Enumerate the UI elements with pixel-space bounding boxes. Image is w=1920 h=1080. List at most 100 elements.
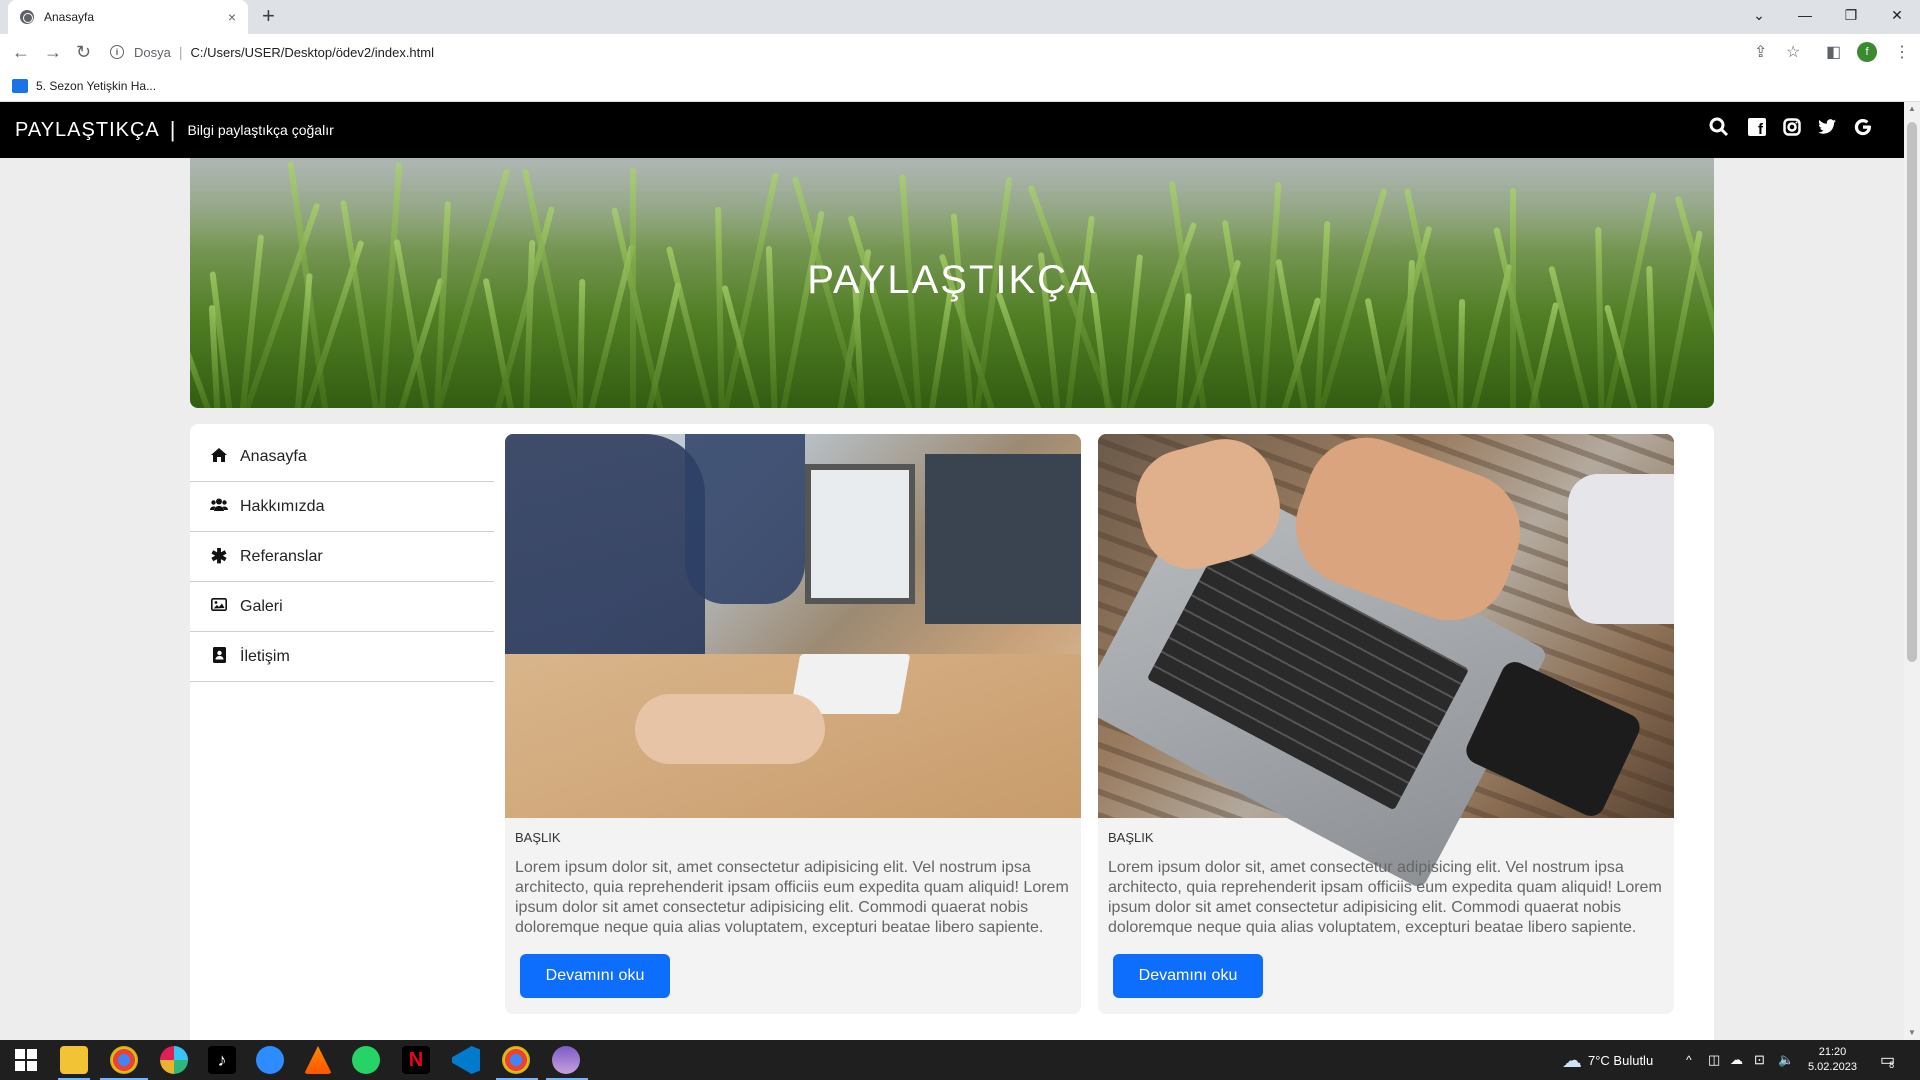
- grass-blade: [1456, 298, 1466, 408]
- browser-tab[interactable]: Anasayfa ×: [8, 0, 248, 34]
- scroll-up-icon[interactable]: ▲: [1908, 104, 1916, 113]
- file-explorer-icon[interactable]: [60, 1046, 88, 1074]
- bookmark-star-icon[interactable]: ☆: [1786, 42, 1800, 62]
- zoom-icon[interactable]: [256, 1046, 284, 1074]
- person-shape: [685, 434, 805, 604]
- share-icon[interactable]: ⇪: [1754, 42, 1767, 62]
- profile-avatar[interactable]: f: [1857, 42, 1877, 62]
- hands-shape: [635, 694, 825, 764]
- menu-item-anasayfa[interactable]: Anasayfa: [190, 432, 494, 482]
- article-card: BAŞLIK Lorem ipsum dolor sit, amet conse…: [1098, 434, 1674, 1014]
- new-tab-button[interactable]: +: [262, 4, 275, 28]
- grass-blade: [1174, 292, 1192, 408]
- scroll-down-icon[interactable]: ▼: [1908, 1028, 1916, 1037]
- grass-blade: [1221, 219, 1261, 408]
- grass-blade: [995, 291, 1047, 408]
- menu-item-referanslar[interactable]: ✱ Referanslar: [190, 532, 494, 582]
- facebook-icon[interactable]: f: [1746, 116, 1768, 138]
- grass-blade: [1364, 297, 1396, 408]
- page-scrollbar[interactable]: ▲ ▼: [1904, 102, 1920, 1040]
- site-info-icon[interactable]: i: [110, 45, 124, 59]
- browser-toolbar: ← → ↻ i Dosya | C:/Users/USER/Desktop/öd…: [0, 34, 1920, 70]
- back-icon[interactable]: ←: [12, 40, 30, 64]
- sleeve-shape: [1568, 474, 1674, 624]
- url-text[interactable]: C:/Users/USER/Desktop/ödev2/index.html: [191, 45, 434, 60]
- menu-item-hakkimizda[interactable]: Hakkımızda: [190, 482, 494, 532]
- site-brand[interactable]: PAYLAŞTIKÇA: [15, 119, 160, 142]
- reload-icon[interactable]: ↻: [76, 40, 91, 64]
- article-card: BAŞLIK Lorem ipsum dolor sit, amet conse…: [505, 434, 1081, 1014]
- whatsapp-icon[interactable]: [352, 1046, 380, 1074]
- restore-button[interactable]: ❐: [1828, 0, 1874, 30]
- slack-icon[interactable]: [160, 1046, 188, 1074]
- read-more-button[interactable]: Devamını oku: [520, 954, 670, 998]
- search-icon[interactable]: [1708, 116, 1730, 138]
- monitor-shape: [805, 464, 915, 604]
- menu-item-galeri[interactable]: Galeri: [190, 582, 494, 632]
- tab-close-icon[interactable]: ×: [228, 9, 236, 25]
- vscode-icon[interactable]: [452, 1046, 480, 1074]
- url-separator: |: [178, 44, 183, 60]
- forward-icon[interactable]: →: [44, 40, 62, 64]
- bookmark-icon: [12, 78, 28, 93]
- hero-title: PAYLAŞTIKÇA: [807, 258, 1097, 302]
- menu-label: Anasayfa: [240, 447, 307, 465]
- menu-item-iletisim[interactable]: İletişim: [190, 632, 494, 682]
- windows-start-icon[interactable]: [12, 1046, 40, 1074]
- address-bar[interactable]: i Dosya | C:/Users/USER/Desktop/ödev2/in…: [110, 37, 1780, 67]
- twitter-icon[interactable]: [1816, 116, 1838, 138]
- windows-taskbar: ♪ N ☁ 7°C Bulutlu ^ ◫ ☁ ⊡ 🔈 21:20 5.02.2…: [0, 1040, 1920, 1080]
- grass-blade: [1524, 301, 1560, 408]
- tab-title: Anasayfa: [44, 10, 95, 24]
- tray-chevron-icon[interactable]: ^: [1686, 1040, 1692, 1080]
- google-icon[interactable]: [1852, 116, 1874, 138]
- browser-tab-strip: Anasayfa × + ⌄ — ❐ ✕: [0, 0, 1920, 34]
- url-scheme: Dosya: [134, 44, 171, 60]
- menu-label: İletişim: [240, 647, 290, 665]
- side-panel-icon[interactable]: ◧: [1826, 42, 1841, 62]
- clock[interactable]: 21:20 5.02.2023: [1808, 1040, 1857, 1080]
- tab-search-icon[interactable]: ⌄: [1736, 0, 1782, 30]
- office-photo: [505, 434, 1081, 818]
- card-title: BAŞLIK: [515, 830, 561, 845]
- card-title: BAŞLIK: [1108, 830, 1154, 845]
- close-window-button[interactable]: ✕: [1874, 0, 1920, 30]
- app-avatar-icon[interactable]: [552, 1046, 580, 1074]
- grass-blade: [1595, 226, 1605, 408]
- image-icon: [210, 598, 228, 615]
- site-navbar: PAYLAŞTIKÇA | Bilgi paylaştıkça çoğalır …: [0, 102, 1904, 158]
- page-viewport: PAYLAŞTIKÇA | Bilgi paylaştıkça çoğalır …: [0, 102, 1920, 1040]
- vlc-icon[interactable]: [304, 1046, 332, 1074]
- menu-label: Galeri: [240, 597, 283, 615]
- globe-icon: [20, 10, 34, 24]
- weather-widget[interactable]: ☁ 7°C Bulutlu: [1562, 1040, 1653, 1080]
- laptop-photo: [1098, 434, 1674, 890]
- onedrive-icon[interactable]: ☁: [1730, 1040, 1743, 1080]
- users-icon: [210, 498, 228, 515]
- bookmark-item[interactable]: 5. Sezon Yetişkin Ha...: [36, 79, 156, 93]
- notification-count: 8: [1889, 1060, 1895, 1070]
- site-tagline: Bilgi paylaştıkça çoğalır: [187, 122, 334, 138]
- chrome-icon[interactable]: [110, 1046, 138, 1074]
- chrome-profile-icon[interactable]: [502, 1046, 530, 1074]
- card-text: Lorem ipsum dolor sit, amet consectetur …: [1108, 859, 1662, 936]
- minimize-button[interactable]: —: [1782, 0, 1828, 30]
- asterisk-icon: ✱: [210, 546, 228, 568]
- notification-center[interactable]: ▭ 8: [1880, 1040, 1895, 1080]
- brand-divider: |: [169, 117, 176, 142]
- network-icon[interactable]: ⊡: [1754, 1040, 1765, 1080]
- tray-app-icon[interactable]: ◫: [1708, 1040, 1720, 1080]
- cloud-icon: ☁: [1562, 1049, 1582, 1072]
- clock-date: 5.02.2023: [1808, 1061, 1857, 1073]
- clock-time: 21:20: [1818, 1046, 1847, 1058]
- scrollbar-thumb[interactable]: [1907, 122, 1917, 662]
- bookmarks-bar: 5. Sezon Yetişkin Ha...: [0, 70, 1920, 102]
- netflix-icon[interactable]: N: [402, 1046, 430, 1074]
- menu-label: Hakkımızda: [240, 497, 325, 515]
- read-more-button[interactable]: Devamını oku: [1113, 954, 1263, 998]
- weather-text: 7°C Bulutlu: [1588, 1052, 1654, 1068]
- menu-kebab-icon[interactable]: ⋮: [1894, 42, 1910, 62]
- volume-icon[interactable]: 🔈: [1778, 1040, 1794, 1080]
- instagram-icon[interactable]: [1781, 116, 1803, 138]
- tiktok-icon[interactable]: ♪: [208, 1046, 236, 1074]
